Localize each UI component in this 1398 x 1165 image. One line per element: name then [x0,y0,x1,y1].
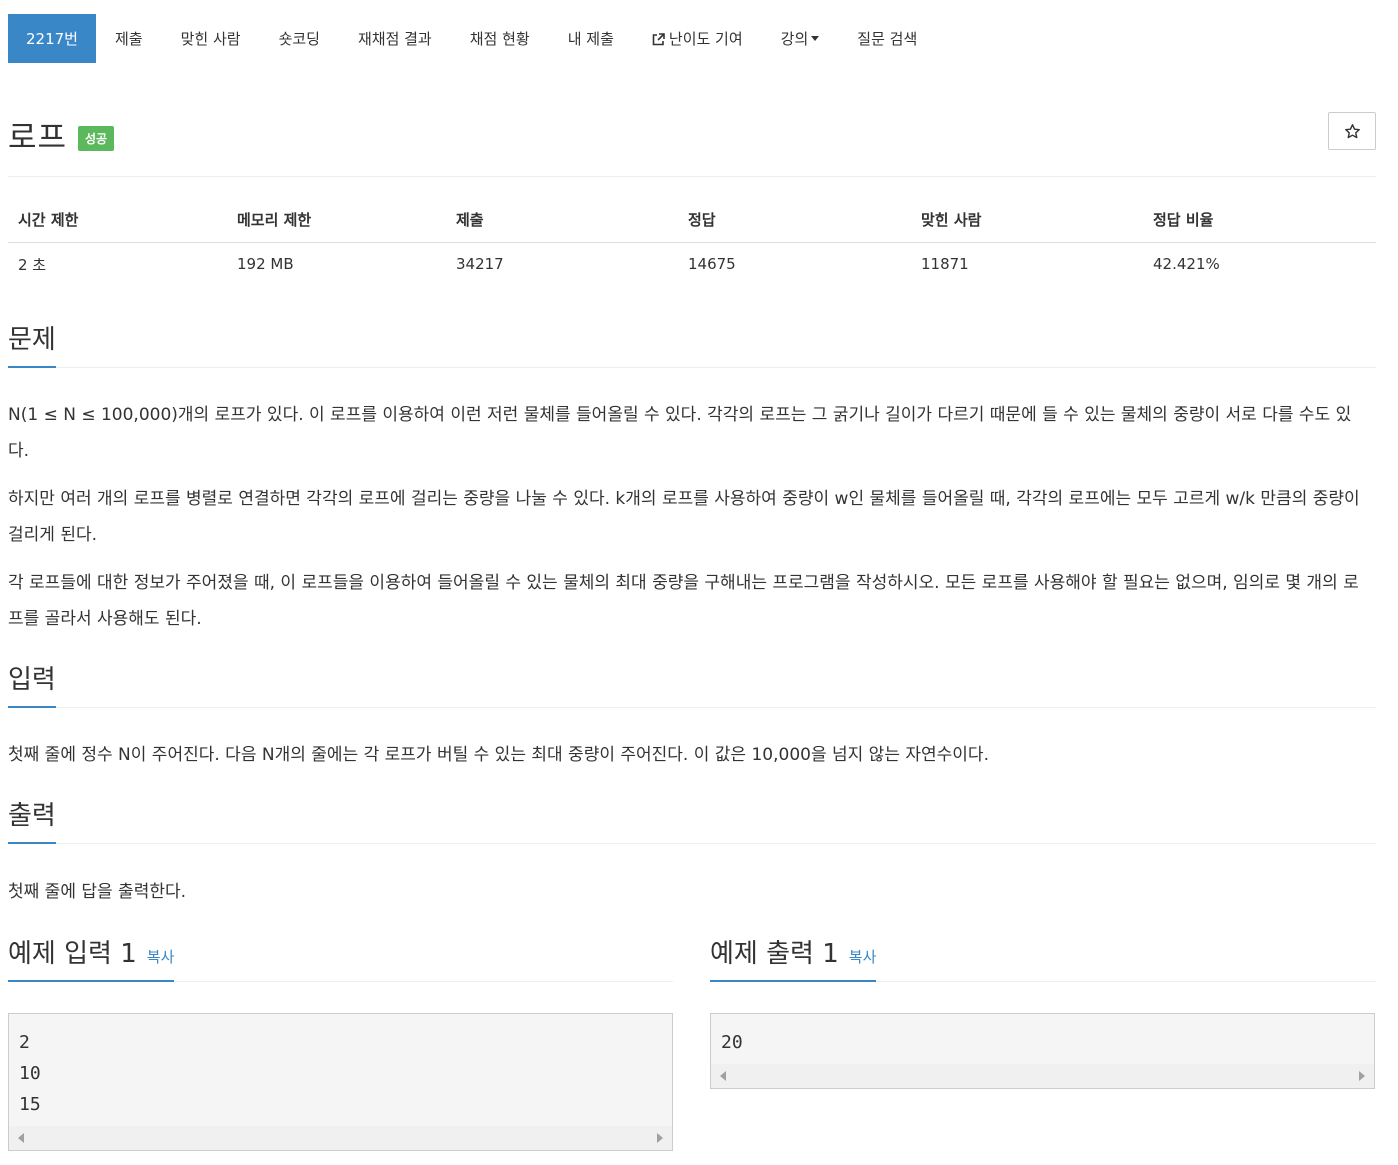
nav-item-label: 난이도 기여 [668,30,743,48]
section-description-header: 문제 [8,322,1376,368]
value-time-limit: 2 초 [18,255,47,274]
header-accepted: 정답 [678,198,911,243]
output-description: 첫째 줄에 답을 출력한다. [8,882,187,902]
nav-item-label: 강의 [780,30,809,48]
nav-item-label: 질문 검색 [857,30,918,48]
problem-info-table: 시간 제한 메모리 제한 제출 정답 맞힌 사람 정답 비율 2 초 192 M… [8,198,1376,286]
nav-item-my-submissions[interactable]: 내 제출 [549,14,633,63]
nav-item-status[interactable]: 채점 현황 [451,14,549,63]
section-title: 출력 [8,795,56,844]
nav-item-problem[interactable]: 2217번 [8,14,96,63]
header-submissions: 제출 [446,198,678,243]
title-divider [8,176,1376,177]
nav-item-label: 제출 [114,30,143,48]
nav-item-label: 재채점 결과 [357,30,432,48]
nav-item-solvers[interactable]: 맞힌 사람 [162,14,260,63]
scroll-right-icon[interactable] [657,1133,663,1143]
value-solvers: 11871 [921,255,969,274]
section-output-header: 출력 [8,798,1376,844]
caret-down-icon [811,36,820,41]
description-paragraph: 하지만 여러 개의 로프를 병렬로 연결하면 각각의 로프에 걸리는 중량을 나… [8,489,1360,545]
header-solvers: 맞힌 사람 [911,198,1143,243]
nav-item-label: 내 제출 [567,30,614,48]
header-time-limit: 시간 제한 [8,198,227,243]
value-accept-ratio: 42.421% [1153,255,1220,274]
sample-output-header: 예제 출력 1 복사 [710,936,1376,982]
header-accept-ratio: 정답 비율 [1143,198,1376,243]
sample-input-box: 2 10 15 [8,1013,673,1151]
section-input-header: 입력 [8,662,1376,708]
value-accepted: 14675 [688,255,736,274]
sample-output-title: 예제 출력 1 [710,939,839,969]
nav-item-difficulty-contribution[interactable]: 난이도 기여 [633,14,762,63]
description-paragraph: N(1 ≤ N ≤ 100,000)개의 로프가 있다. 이 로프를 이용하여 … [8,405,1352,461]
nav-item-label: 채점 현황 [469,30,530,48]
page-title: 로프 [8,120,68,156]
star-outline-icon [1344,123,1360,138]
input-description: 첫째 줄에 정수 N이 주어진다. 다음 N개의 줄에는 각 로프가 버틸 수 … [8,745,989,765]
value-memory-limit: 192 MB [237,255,294,274]
header-memory-limit: 메모리 제한 [227,198,446,243]
nav-item-label: 2217번 [26,30,78,48]
scroll-left-icon[interactable] [720,1071,726,1081]
sample-output-content: 20 [721,1032,743,1053]
nav-item-short-coding[interactable]: 숏코딩 [260,14,339,63]
copy-sample-input-button[interactable]: 복사 [147,948,175,966]
external-link-icon [652,32,665,46]
favorite-button[interactable] [1328,112,1376,150]
copy-sample-output-button[interactable]: 복사 [849,948,877,966]
section-title: 예제 출력 1 복사 [710,933,877,982]
problem-header: 로프 성공 [8,112,1376,162]
nav-item-question-search[interactable]: 질문 검색 [838,14,936,63]
nav-item-submit[interactable]: 제출 [96,14,162,63]
table-header-row: 시간 제한 메모리 제한 제출 정답 맞힌 사람 정답 비율 [8,198,1376,243]
nav-item-label: 맞힌 사람 [180,30,241,48]
sample-input-header: 예제 입력 1 복사 [8,936,673,982]
scroll-left-icon[interactable] [18,1133,24,1143]
scroll-right-icon[interactable] [1359,1071,1365,1081]
section-title: 예제 입력 1 복사 [8,933,175,982]
horizontal-scrollbar[interactable] [9,1126,672,1150]
status-badge: 성공 [78,126,115,151]
horizontal-scrollbar[interactable] [711,1064,1374,1088]
section-title: 입력 [8,659,56,708]
section-title: 문제 [8,319,56,368]
sample-input-content: 2 10 15 [19,1032,41,1115]
sample-input-title: 예제 입력 1 [8,939,137,969]
nav-item-rejudge-results[interactable]: 재채점 결과 [339,14,451,63]
nav-item-lectures-dropdown[interactable]: 강의 [762,14,839,63]
table-row: 2 초 192 MB 34217 14675 11871 42.421% [8,242,1376,286]
sample-output-box: 20 [710,1013,1375,1089]
nav-item-label: 숏코딩 [278,30,320,48]
problem-nav: 2217번 제출 맞힌 사람 숏코딩 재채점 결과 채점 현황 내 제출 난이도… [8,14,936,63]
description-paragraph: 각 로프들에 대한 정보가 주어졌을 때, 이 로프들을 이용하여 들어올릴 수… [8,573,1359,629]
value-submissions: 34217 [456,255,504,274]
